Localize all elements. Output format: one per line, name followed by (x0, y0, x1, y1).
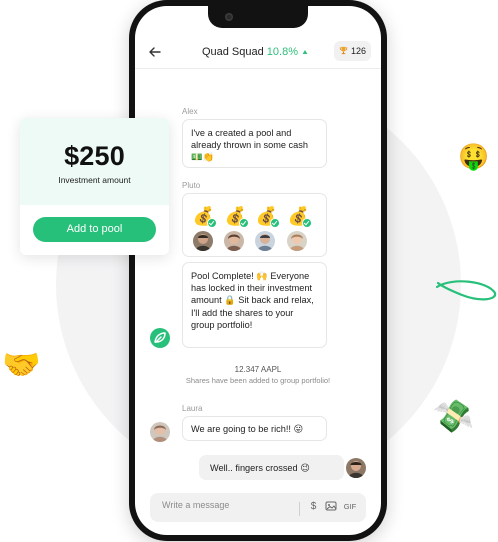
avatar-1[interactable] (193, 231, 213, 251)
message-pluto[interactable]: Pool Complete! 🙌 Everyone has locked in … (182, 262, 327, 348)
chat-screen: Quad Squad 10.8% 126 Alex I've a created… (135, 6, 381, 535)
check-icon (207, 218, 217, 228)
handshake-icon: 🤝 (2, 347, 41, 383)
message-input[interactable]: Write a message (162, 500, 292, 510)
laura-avatar[interactable] (150, 422, 170, 442)
trophy-count: 126 (350, 46, 366, 56)
decorative-swirl (435, 280, 497, 301)
trophy-icon (340, 46, 348, 55)
sender-alex: Alex (182, 107, 198, 116)
money-bag-icon: 💰 (255, 206, 280, 228)
self-avatar[interactable] (346, 458, 366, 478)
check-icon (270, 218, 280, 228)
phone-notch (208, 6, 308, 28)
money-face-icon: 🤑 (458, 142, 490, 171)
image-icon[interactable] (324, 499, 337, 515)
investment-label: Investment amount (58, 175, 131, 185)
message-self[interactable]: Well.. fingers crossed 😉 (199, 455, 344, 480)
message-laura[interactable]: We are going to be rich!! 😛 (182, 416, 327, 441)
message-composer[interactable]: Write a message $ GIF (150, 493, 366, 522)
gif-button[interactable]: GIF (342, 499, 358, 515)
message-alex[interactable]: I've a created a pool and already thrown… (182, 119, 327, 168)
flying-money-icon: 💸 (431, 395, 476, 439)
check-icon (239, 218, 249, 228)
back-arrow-icon[interactable] (147, 44, 163, 60)
chat-header: Quad Squad 10.8% 126 (135, 41, 381, 66)
trophy-badge[interactable]: 126 (334, 41, 371, 61)
composer-separator (299, 502, 300, 516)
pluto-avatar[interactable] (150, 328, 170, 348)
investment-amount: $250 (64, 141, 125, 171)
money-bag-icon: 💰 (287, 206, 312, 228)
avatar-4[interactable] (287, 231, 307, 251)
investment-card: $250 Investment amount Add to pool (20, 118, 169, 255)
up-triangle-icon (302, 50, 308, 54)
promo-stage: Quad Squad 10.8% 126 Alex I've a created… (0, 0, 498, 542)
group-title[interactable]: Quad Squad 10.8% (180, 46, 330, 58)
sender-laura: Laura (182, 404, 203, 413)
group-name: Quad Squad (201, 46, 264, 58)
leaf-logo-icon (154, 332, 166, 343)
money-bag-icon: 💰 (224, 206, 249, 228)
add-to-pool-button[interactable]: Add to pool (33, 217, 156, 242)
avatar-3[interactable] (255, 231, 275, 251)
dollar-icon[interactable]: $ (308, 499, 319, 515)
money-bag-icon: 💰 (192, 206, 217, 228)
phone-frame: Quad Squad 10.8% 126 Alex I've a created… (129, 0, 387, 541)
header-divider (135, 68, 381, 69)
camera-dot (225, 13, 233, 21)
avatar-2[interactable] (224, 231, 244, 251)
pool-status-card[interactable]: 💰 💰 💰 💰 (182, 193, 327, 257)
system-title: 12.347 AAPL (234, 365, 282, 374)
check-icon (302, 218, 312, 228)
system-subtitle: Shares have been added to group portfoli… (185, 376, 331, 385)
sender-pluto: Pluto (182, 181, 201, 190)
group-performance: 10.8% (266, 46, 298, 58)
